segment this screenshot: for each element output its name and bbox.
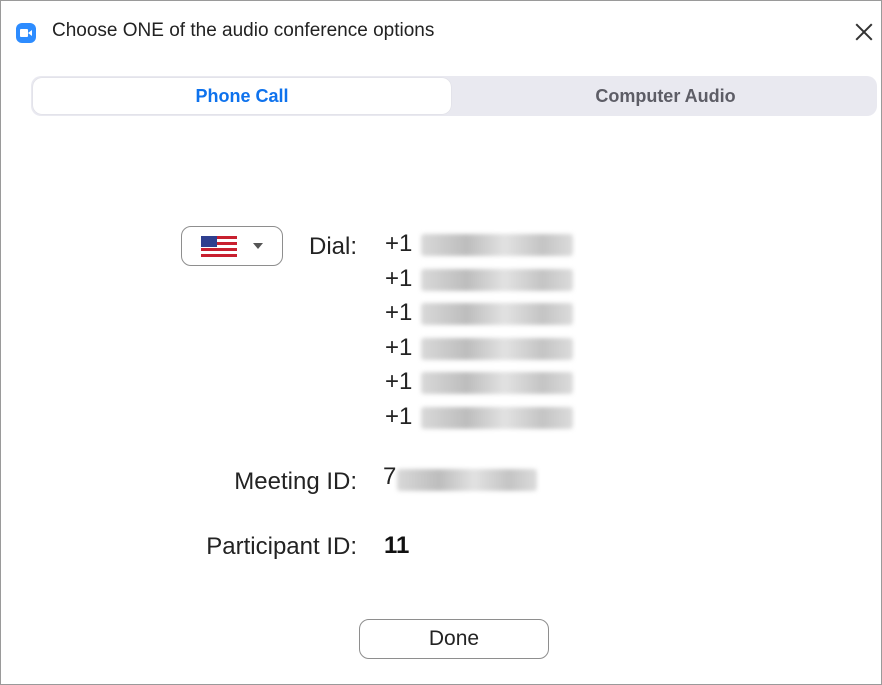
tab-computer-audio[interactable]: Computer Audio (454, 76, 877, 116)
meeting-id-value: 7 (383, 463, 397, 490)
audio-option-tabs: Phone Call Computer Audio (31, 76, 877, 116)
dial-number: +1 (385, 400, 625, 435)
close-button[interactable] (849, 15, 881, 49)
meeting-id-label: Meeting ID: (234, 468, 357, 495)
done-button[interactable]: Done (359, 619, 549, 659)
zoom-camera-icon (16, 23, 36, 43)
redacted-meeting-id (397, 469, 537, 491)
us-flag-icon (201, 236, 237, 257)
redacted-phone-number (421, 303, 573, 325)
chevron-down-icon (253, 243, 263, 249)
dial-number-list: +1 +1 +1 +1 +1 +1 (385, 227, 625, 434)
dial-number: +1 (385, 365, 625, 400)
dial-prefix: +1 (385, 264, 413, 292)
dialog-title: Choose ONE of the audio conference optio… (52, 20, 435, 41)
redacted-phone-number (421, 406, 573, 429)
redacted-phone-number (421, 372, 573, 394)
dial-prefix: +1 (385, 402, 413, 430)
dial-prefix: +1 (385, 299, 413, 326)
participant-id-label: Participant ID: (206, 533, 357, 560)
dial-prefix: +1 (385, 333, 413, 361)
dial-number: +1 (385, 262, 625, 297)
participant-id-value: 11 (384, 532, 410, 559)
dial-prefix: +1 (385, 368, 413, 395)
dial-prefix: +1 (385, 230, 413, 257)
redacted-phone-number (421, 337, 573, 360)
tab-phone-call[interactable]: Phone Call (33, 78, 451, 114)
country-select[interactable] (181, 226, 283, 266)
dial-number: +1 (385, 331, 625, 366)
audio-options-dialog: Choose ONE of the audio conference optio… (0, 0, 882, 685)
dial-label: Dial: (308, 233, 357, 260)
dial-number: +1 (385, 296, 625, 331)
redacted-phone-number (421, 234, 573, 256)
title-bar: Choose ONE of the audio conference optio… (1, 1, 881, 57)
redacted-phone-number (421, 268, 573, 291)
dial-number: +1 (385, 227, 625, 262)
